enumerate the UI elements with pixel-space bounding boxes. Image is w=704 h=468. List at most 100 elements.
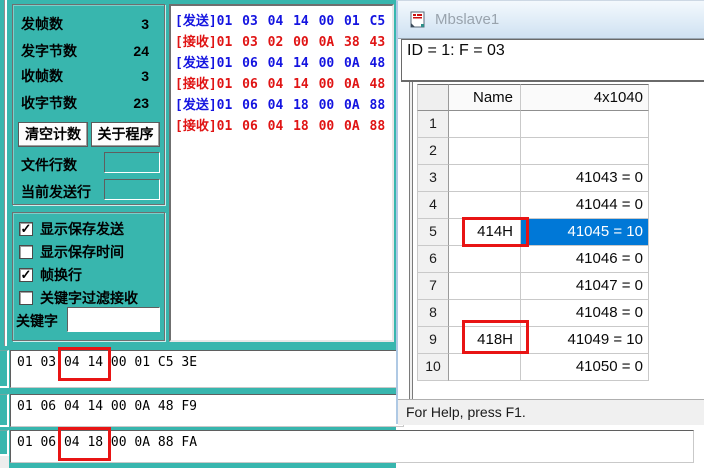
value-cell[interactable]: 41049 = 10 [521,327,649,354]
keyword-input[interactable] [67,307,160,332]
checkbox-show-save-send[interactable]: ✓ 显示保存发送 [19,220,124,238]
check-icon: ✓ [21,221,32,236]
checkbox-label: 关键字过滤接收 [40,288,138,308]
mbslave-window: Mbslave1 ID = 1: F = 03 Name 4x1040 1 2 … [396,0,704,424]
corner-header-cell [417,84,449,111]
stat-label: 发字节数 [13,41,77,61]
name-cell[interactable] [449,246,521,273]
background-patch [0,456,9,468]
name-cell[interactable] [449,192,521,219]
name-cell[interactable] [449,138,521,165]
row-number[interactable]: 2 [417,138,449,165]
hex-text: 01 06 [17,435,64,450]
value-cell[interactable] [521,111,649,138]
cropped-left-control [0,430,9,456]
stat-label: 发帧数 [13,14,63,34]
checkbox-label: 显示保存发送 [40,219,124,239]
stat-received-frames: 收帧数 3 [13,65,164,87]
row-number[interactable]: 9 [417,327,449,354]
address-column-header: 4x1040 [521,84,649,111]
send-frame-input-3[interactable]: 01 06 04 18 00 0A 88 FA [10,430,694,463]
row-number[interactable]: 1 [417,111,449,138]
row-number[interactable]: 3 [417,165,449,192]
checkbox-label: 显示保存时间 [40,242,124,262]
window-title: Mbslave1 [435,11,499,28]
keyword-label: 关键字 [16,311,58,331]
row-number[interactable]: 7 [417,273,449,300]
name-cell[interactable]: 414H [449,219,521,246]
grid-header-row: Name 4x1040 [417,84,649,111]
about-program-button[interactable]: 关于程序 [91,122,160,147]
stat-value: 3 [141,68,164,84]
send-frame-input-1[interactable]: 01 03 04 14 00 01 C5 3E [10,350,404,388]
row-number[interactable]: 10 [417,354,449,381]
value-cell[interactable]: 41046 = 0 [521,246,649,273]
log-line: [接收]01 06 04 14 00 0A 48 F9 [175,74,392,95]
value-cell[interactable]: 41045 = 10 [521,219,649,246]
name-cell[interactable] [449,165,521,192]
checkbox-box[interactable] [19,245,33,259]
value-cell[interactable]: 41050 = 0 [521,354,649,381]
stat-sent-bytes: 发字节数 24 [13,40,164,62]
stat-value: 23 [133,95,164,111]
hex-text: 00 0A 88 FA [103,435,197,450]
table-row: 5 414H 41045 = 10 [417,219,649,246]
table-row: 2 [417,138,649,165]
checkbox-keyword-filter[interactable]: 关键字过滤接收 [19,289,138,307]
row-number[interactable]: 6 [417,246,449,273]
hex-annotated-bytes: 04 18 [64,435,103,450]
file-lines-label: 文件行数 [21,155,77,175]
stat-label: 收帧数 [13,66,63,86]
row-number[interactable]: 4 [417,192,449,219]
name-cell[interactable]: 418H [449,327,521,354]
value-cell[interactable]: 41047 = 0 [521,273,649,300]
stat-received-bytes: 收字节数 23 [13,92,164,114]
log-line: [接收]01 03 02 00 0A 38 43 [175,32,392,53]
hex-text: 00 01 C5 3E [103,355,197,370]
value-cell[interactable] [521,138,649,165]
register-grid: Name 4x1040 1 2 3 41043 = 0 4 4104 [417,84,649,381]
name-cell[interactable] [449,273,521,300]
table-row: 9 418H 41049 = 10 [417,327,649,354]
current-send-line-label: 当前发送行 [21,182,91,202]
checkbox-box[interactable]: ✓ [19,222,33,236]
table-row: 10 41050 = 0 [417,354,649,381]
checkbox-label: 帧换行 [40,265,82,285]
current-send-line-input[interactable] [104,179,160,200]
mbslave-titlebar[interactable]: Mbslave1 [398,1,704,39]
row-number[interactable]: 5 [417,219,449,246]
value-cell[interactable]: 41044 = 0 [521,192,649,219]
value-cell[interactable]: 41043 = 0 [521,165,649,192]
checkbox-frame-newline[interactable]: ✓ 帧换行 [19,266,82,284]
grid-left-edge [409,82,413,399]
name-cell[interactable] [449,354,521,381]
table-row: 3 41043 = 0 [417,165,649,192]
row-number[interactable]: 8 [417,300,449,327]
checkbox-show-save-time[interactable]: 显示保存时间 [19,243,124,261]
table-row: 1 [417,111,649,138]
checkbox-box[interactable] [19,291,33,305]
stat-value: 24 [133,43,164,59]
statistics-groupbox: 发帧数 3 发字节数 24 收帧数 3 收字节数 23 清空计数 关于程序 文件… [12,4,165,205]
screen: 发帧数 3 发字节数 24 收帧数 3 收字节数 23 清空计数 关于程序 文件… [0,0,704,468]
checkbox-box[interactable]: ✓ [19,268,33,282]
table-row: 8 41048 = 0 [417,300,649,327]
hex-text: 01 06 04 14 00 0A 48 F9 [17,399,197,414]
comm-log-area[interactable]: [发送]01 03 04 14 00 01 C5 3E [接收]01 03 02… [169,4,394,342]
status-bar: For Help, press F1. [398,399,704,425]
log-line: [发送]01 03 04 14 00 01 C5 3E [175,11,392,32]
stat-value: 3 [141,16,164,32]
clear-count-button[interactable]: 清空计数 [18,122,88,147]
hex-annotated-bytes: 04 14 [64,355,103,370]
value-cell[interactable]: 41048 = 0 [521,300,649,327]
name-cell[interactable] [449,111,521,138]
check-icon: ✓ [21,267,32,282]
table-row: 4 41044 = 0 [417,192,649,219]
stat-sent-frames: 发帧数 3 [13,13,164,35]
send-frame-input-2[interactable]: 01 06 04 14 00 0A 48 F9 [10,394,404,427]
file-lines-input[interactable] [104,152,160,173]
log-line: [发送]01 06 04 18 00 0A 88 FA [175,95,392,116]
stat-label: 收字节数 [13,93,77,113]
table-row: 7 41047 = 0 [417,273,649,300]
cropped-left-control [0,350,9,388]
